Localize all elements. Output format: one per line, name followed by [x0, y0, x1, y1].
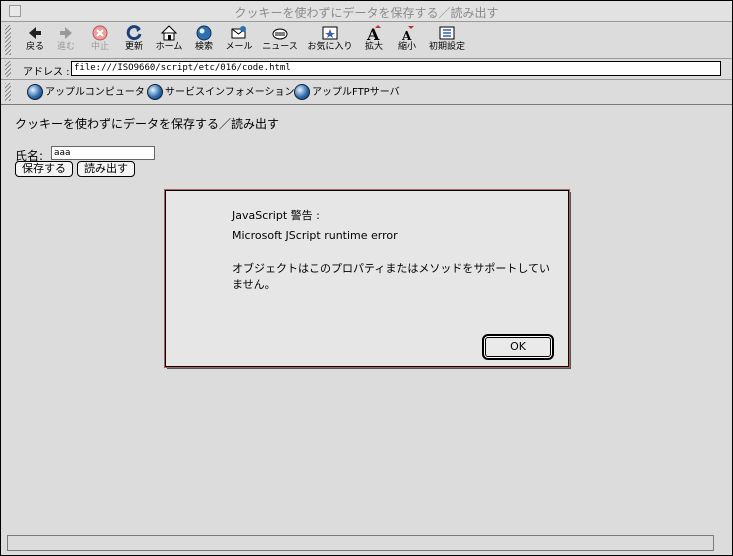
refresh-label: 更新: [124, 42, 143, 52]
text-larger-button[interactable]: A 拡大: [362, 24, 386, 56]
address-grip[interactable]: [5, 61, 11, 77]
title-bar[interactable]: クッキーを使わずにデータを保存する／読み出す: [1, 1, 732, 22]
favorites-icon: [322, 26, 338, 40]
forward-arrow-icon: [60, 27, 72, 39]
address-label: アドレス :: [23, 67, 70, 78]
link-label: アップルコンピュータ: [45, 87, 145, 98]
alert-dialog: JavaScript 警告 : Microsoft JScript runtim…: [164, 189, 570, 368]
search-label: 検索: [194, 42, 213, 52]
page-heading: クッキーを使わずにデータを保存する／読み出す: [15, 117, 280, 131]
text-smaller-icon: A: [401, 26, 414, 42]
browser-window: クッキーを使わずにデータを保存する／読み出す 戻る 進む 中止 更新 ホーム 検…: [0, 0, 733, 556]
text-smaller-button[interactable]: A 縮小: [395, 24, 419, 56]
home-button[interactable]: ホーム: [153, 24, 185, 56]
links-bar: アップルコンピュータ サービスインフォメーション アップルFTPサーバ: [1, 80, 732, 105]
search-button[interactable]: 検索: [191, 24, 217, 56]
back-label: 戻る: [25, 42, 44, 52]
text-larger-label: 拡大: [364, 42, 383, 52]
name-input[interactable]: aaa: [51, 146, 155, 160]
stop-button[interactable]: 中止: [87, 24, 113, 56]
links-grip[interactable]: [5, 83, 11, 101]
svg-text:A: A: [401, 29, 412, 42]
home-icon: [160, 25, 178, 41]
link-label: アップルFTPサーバ: [312, 87, 400, 98]
link-apple-ftp-server[interactable]: アップルFTPサーバ: [294, 84, 400, 100]
dialog-message: オブジェクトはこのプロパティまたはメソッドをサポートしていません。: [232, 262, 551, 291]
text-larger-icon: A: [366, 25, 381, 42]
toolbar: 戻る 進む 中止 更新 ホーム 検索 メール ニュース お気に入り A 拡大 A…: [1, 22, 732, 59]
forward-label: 進む: [56, 42, 75, 52]
preferences-icon: [439, 26, 455, 40]
home-label: ホーム: [155, 42, 183, 52]
search-globe-icon: [196, 25, 212, 41]
refresh-button[interactable]: 更新: [121, 24, 147, 56]
favorites-label: お気に入り: [307, 42, 353, 52]
link-label: サービスインフォメーション: [165, 87, 295, 98]
refresh-icon: [126, 25, 142, 41]
mail-icon: [231, 26, 246, 39]
mail-button[interactable]: メール: [223, 24, 255, 56]
news-button[interactable]: ニュース: [261, 24, 299, 56]
dialog-error: Microsoft JScript runtime error: [232, 229, 398, 242]
news-label: ニュース: [262, 42, 298, 52]
back-arrow-icon: [29, 27, 41, 39]
address-input[interactable]: file:///ISO9660/script/etc/016/code.html: [71, 61, 721, 76]
address-bar: アドレス : file:///ISO9660/script/etc/016/co…: [1, 59, 732, 80]
stop-label: 中止: [90, 42, 109, 52]
dialog-title: JavaScript 警告 :: [232, 209, 320, 222]
link-apple-computer[interactable]: アップルコンピュータ: [27, 84, 145, 100]
ok-button[interactable]: OK: [482, 334, 554, 360]
status-bar: [7, 535, 714, 551]
preferences-label: 初期設定: [428, 42, 465, 52]
news-icon: [272, 28, 288, 40]
globe-icon: [27, 84, 43, 100]
save-button[interactable]: 保存する: [15, 161, 73, 177]
back-button[interactable]: 戻る: [23, 24, 47, 56]
text-smaller-label: 縮小: [397, 42, 416, 52]
stop-icon: [92, 25, 108, 41]
forward-button[interactable]: 進む: [54, 24, 78, 56]
link-service-information[interactable]: サービスインフォメーション: [147, 84, 295, 100]
globe-icon: [294, 84, 310, 100]
mail-label: メール: [225, 42, 253, 52]
window-title: クッキーを使わずにデータを保存する／読み出す: [234, 6, 499, 20]
globe-icon: [147, 84, 163, 100]
preferences-button[interactable]: 初期設定: [427, 24, 467, 56]
favorites-button[interactable]: お気に入り: [306, 24, 354, 56]
toolbar-grip[interactable]: [5, 25, 11, 55]
load-button[interactable]: 読み出す: [77, 161, 135, 177]
